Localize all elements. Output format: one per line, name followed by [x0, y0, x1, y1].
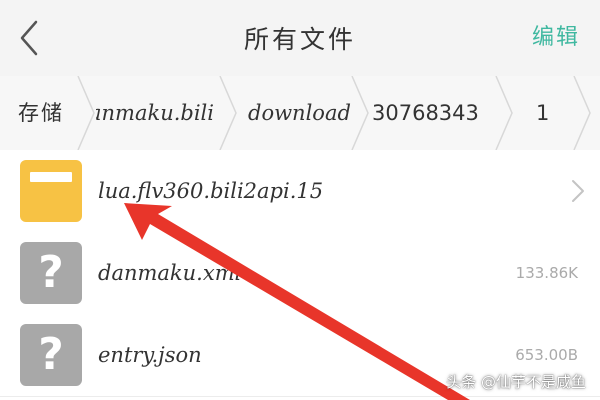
breadcrumb-separator-icon	[219, 76, 237, 150]
folder-icon	[20, 160, 82, 222]
file-name: danmaku.xml	[98, 261, 242, 285]
file-name: lua.flv360.bili2api.15	[98, 179, 324, 203]
watermark: 头条 @仙芋不是咸鱼	[446, 373, 586, 391]
question-mark-icon: ?	[20, 242, 82, 304]
breadcrumb-separator-icon	[495, 76, 513, 150]
chevron-left-icon	[20, 20, 38, 56]
breadcrumb-separator-icon	[573, 76, 591, 150]
chevron-right-icon	[572, 180, 584, 202]
breadcrumb-item-danmaku[interactable]: danmaku.bili	[96, 76, 214, 150]
file-list: lua.flv360.bili2api.15 ? danmaku.xml 133…	[0, 150, 600, 400]
file-size: 133.86K	[515, 264, 578, 282]
breadcrumb-item-1[interactable]: 1	[536, 76, 549, 150]
question-mark-icon: ?	[20, 324, 82, 386]
edit-button[interactable]: 编辑	[532, 20, 580, 56]
page-title: 所有文件	[243, 25, 356, 54]
file-name: entry.json	[98, 343, 202, 367]
title-bar: 所有文件 编辑	[0, 0, 600, 77]
breadcrumb-separator-icon	[77, 76, 95, 150]
back-button[interactable]	[12, 16, 48, 60]
list-item-danmaku-xml[interactable]: ? danmaku.xml 133.86K	[0, 232, 600, 315]
breadcrumb-separator-icon	[351, 76, 369, 150]
breadcrumb-item-download[interactable]: download	[248, 76, 351, 150]
breadcrumb-item-id[interactable]: 30768343	[372, 76, 479, 150]
breadcrumb: 存储 danmaku.bili download 30768343 1	[0, 76, 600, 151]
list-item-folder[interactable]: lua.flv360.bili2api.15	[0, 150, 600, 233]
breadcrumb-item-storage[interactable]: 存储	[18, 76, 64, 150]
